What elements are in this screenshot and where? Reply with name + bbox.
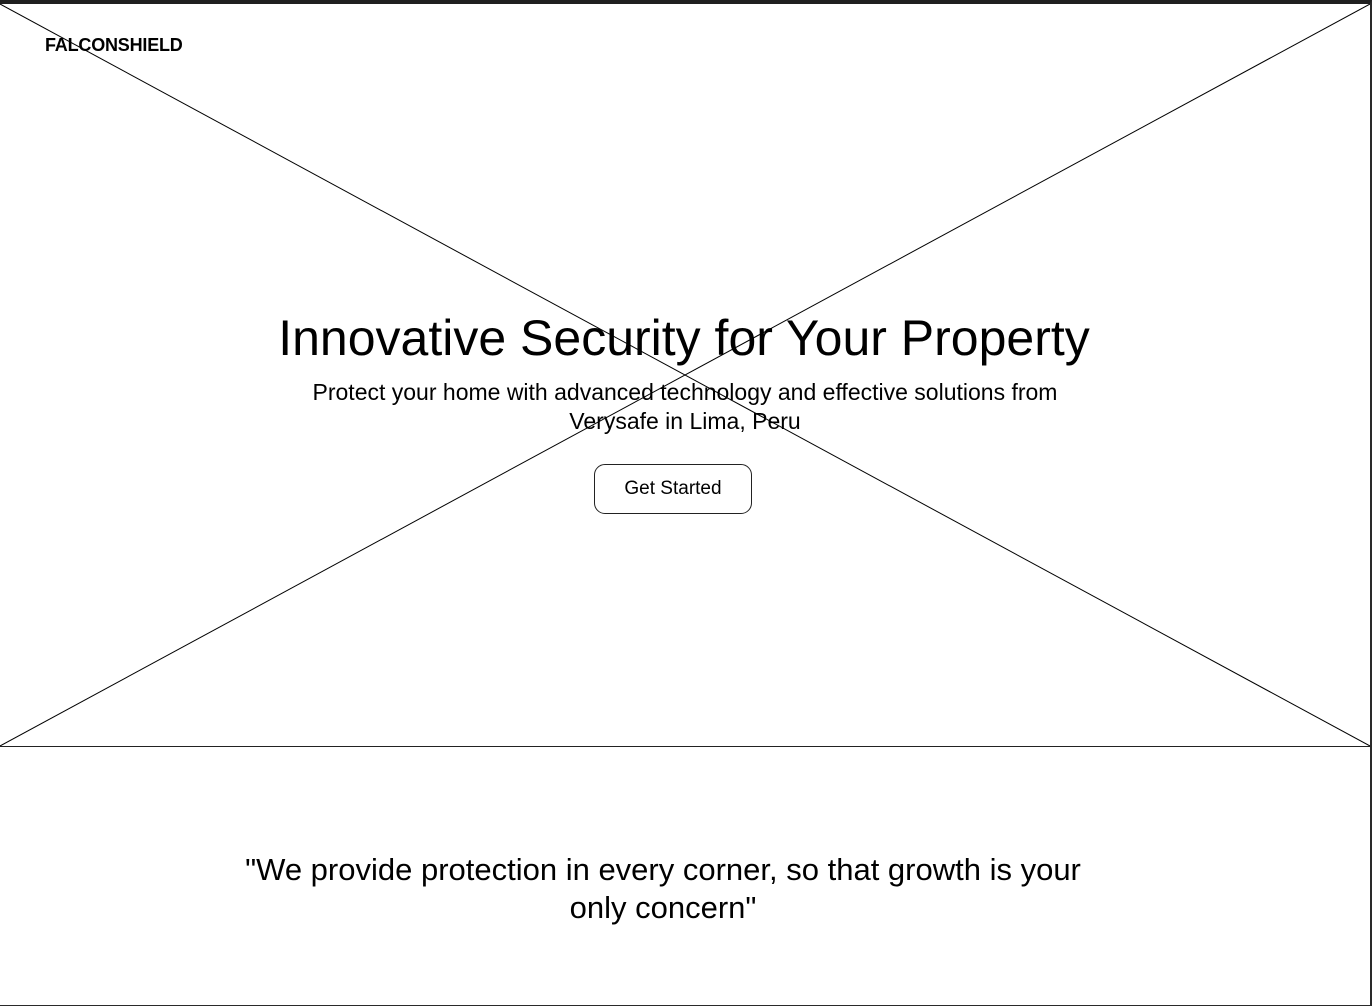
brand-logo[interactable]: FALCONSHIELD [45,35,183,55]
page-frame: FALCONSHIELD Innovative Security for You… [0,0,1372,1006]
hero-subtitle: Protect your home with advanced technolo… [312,379,1058,434]
quote-section: "We provide protection in every corner, … [0,747,1370,1006]
get-started-button[interactable]: Get Started [594,464,752,514]
image-placeholder-icon [0,4,1370,746]
quote-text: "We provide protection in every corner, … [245,852,1081,925]
hero-section: FALCONSHIELD Innovative Security for You… [0,4,1370,747]
hero-title: Innovative Security for Your Property [278,310,1090,366]
